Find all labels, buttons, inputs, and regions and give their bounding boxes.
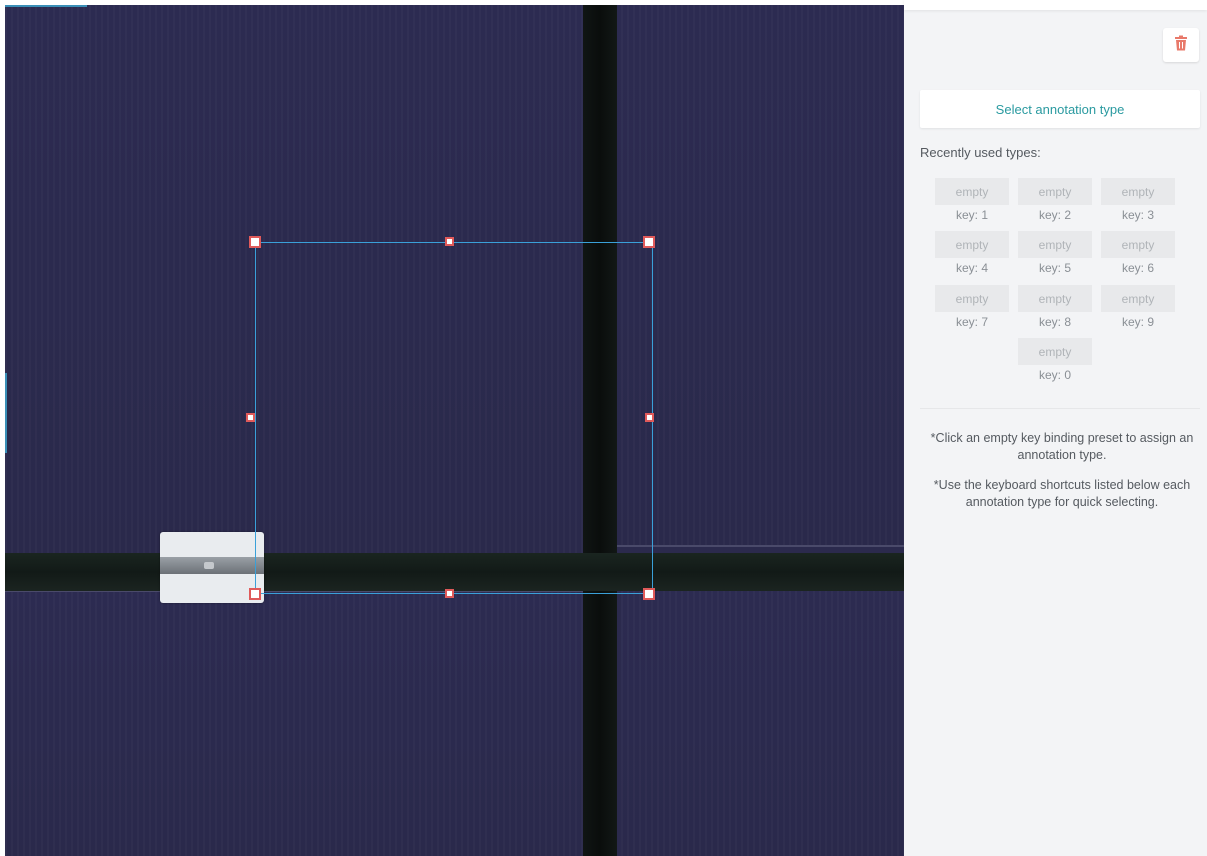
preset-label: empty: [935, 285, 1009, 312]
preset-label: empty: [935, 231, 1009, 258]
delete-annotation-button[interactable]: [1163, 28, 1199, 62]
bbox-handle-middle-left[interactable]: [246, 413, 255, 422]
annotation-sidebar: Select annotation type Recently used typ…: [904, 0, 1207, 856]
preset-key-hint: key: 4: [955, 261, 988, 275]
preset-key-hint: key: 1: [955, 208, 988, 222]
preset-key-hint: key: 8: [1038, 315, 1071, 329]
preset-label: empty: [1018, 338, 1092, 365]
canvas-left-indicator: [5, 373, 7, 453]
preset-key-hint: key: 9: [1121, 315, 1154, 329]
hint-assign-preset: *Click an empty key binding preset to as…: [930, 431, 1194, 462]
preset-label: empty: [1018, 285, 1092, 312]
preset-key-hint: key: 3: [1121, 208, 1154, 222]
solar-panel-bottom-left: [5, 590, 597, 856]
annotation-bounding-box[interactable]: [255, 242, 653, 594]
bbox-handle-top-right[interactable]: [643, 236, 655, 248]
bbox-handle-top-middle[interactable]: [445, 237, 454, 246]
preset-label: empty: [1018, 231, 1092, 258]
select-annotation-type-button[interactable]: Select annotation type: [920, 90, 1200, 128]
sidebar-divider: [920, 408, 1200, 409]
preset-key-7[interactable]: empty key: 7: [935, 285, 1009, 333]
preset-key-hint: key: 7: [955, 315, 988, 329]
preset-key-1[interactable]: empty key: 1: [935, 178, 1009, 226]
preset-label: empty: [1101, 285, 1175, 312]
preset-key-hint: key: 2: [1038, 208, 1071, 222]
canvas-top-indicator: [5, 5, 87, 7]
preset-label: empty: [935, 178, 1009, 205]
preset-key-hint: key: 0: [1038, 368, 1071, 382]
preset-key-8[interactable]: empty key: 8: [1018, 285, 1092, 333]
bbox-handle-bottom-middle[interactable]: [445, 589, 454, 598]
bbox-handle-bottom-right[interactable]: [643, 588, 655, 600]
preset-key-0[interactable]: empty key: 0: [1018, 338, 1092, 386]
sidebar-top-bar: [904, 0, 1207, 10]
preset-key-6[interactable]: empty key: 6: [1101, 231, 1175, 279]
preset-key-9[interactable]: empty key: 9: [1101, 285, 1175, 333]
preset-label: empty: [1101, 178, 1175, 205]
preset-key-4[interactable]: empty key: 4: [935, 231, 1009, 279]
bbox-handle-top-left[interactable]: [249, 236, 261, 248]
preset-label: empty: [1018, 178, 1092, 205]
clamp-bolt: [204, 562, 214, 569]
recent-types-heading: Recently used types:: [920, 145, 1041, 160]
solar-panel-bottom-right: [621, 577, 904, 856]
preset-label: empty: [1101, 231, 1175, 258]
bbox-handle-bottom-left[interactable]: [249, 588, 261, 600]
preset-key-3[interactable]: empty key: 3: [1101, 178, 1175, 226]
hint-keyboard-shortcuts: *Use the keyboard shortcuts listed below…: [933, 478, 1191, 509]
preset-key-5[interactable]: empty key: 5: [1018, 231, 1092, 279]
trash-icon: [1174, 35, 1188, 56]
solar-panel-top-right: [615, 5, 904, 547]
image-canvas[interactable]: [5, 5, 904, 856]
preset-key-hint: key: 6: [1121, 261, 1154, 275]
preset-key-2[interactable]: empty key: 2: [1018, 178, 1092, 226]
bbox-handle-middle-right[interactable]: [645, 413, 654, 422]
preset-key-hint: key: 5: [1038, 261, 1071, 275]
